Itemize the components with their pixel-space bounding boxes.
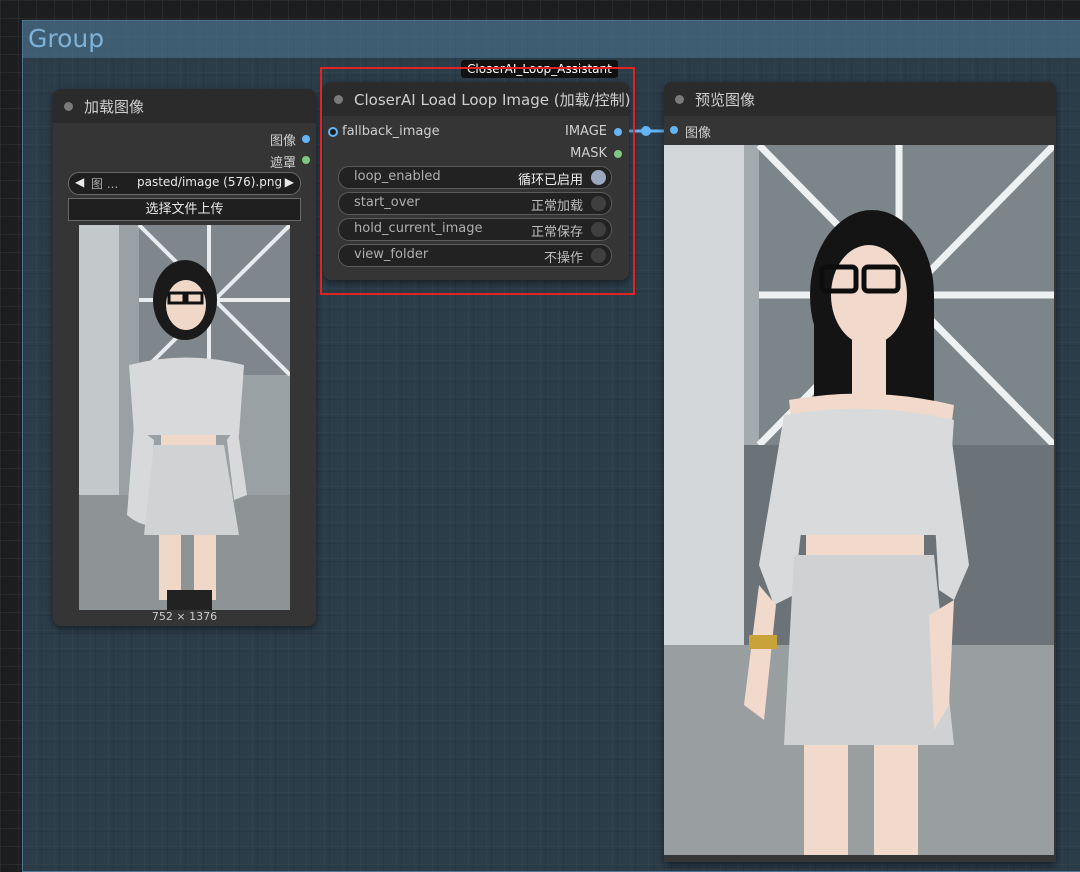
load-image-node[interactable]: 加载图像 图像 遮罩 ◀ 图 ... pasted/image (576).pn… [53, 89, 316, 626]
combo-left-arrow-icon[interactable]: ◀ [75, 175, 84, 189]
node-header[interactable]: 预览图像 [664, 82, 1056, 116]
output-slot-image[interactable] [302, 135, 310, 143]
input-label-image: 图像 [685, 126, 712, 141]
output-label-mask: 遮罩 [269, 156, 296, 171]
combo-right-arrow-icon[interactable]: ▶ [285, 175, 294, 189]
preview-image-node[interactable]: 预览图像 图像 [664, 82, 1056, 862]
preview-image [664, 145, 1054, 855]
wire-midpoint-dot [641, 126, 651, 136]
output-label-image: 图像 [269, 134, 296, 149]
node-header[interactable]: 加载图像 [53, 89, 316, 123]
preview-photo-illustration [664, 145, 1054, 855]
node-collapse-dot[interactable] [675, 95, 684, 104]
node-title: 预览图像 [695, 91, 756, 109]
image-size-label: 752 × 1376 [151, 610, 218, 623]
input-slot-image[interactable] [670, 126, 678, 134]
node-collapse-dot[interactable] [64, 102, 73, 111]
highlight-box [320, 67, 635, 295]
photo-illustration [79, 225, 290, 610]
combo-label: 图 ... [91, 177, 119, 191]
upload-file-button[interactable]: 选择文件上传 [68, 198, 301, 221]
output-slot-mask[interactable] [302, 156, 310, 164]
combo-value: pasted/image (576).png [137, 175, 283, 189]
node-title: 加载图像 [84, 98, 145, 116]
image-select-combo[interactable]: ◀ 图 ... pasted/image (576).png ▶ [68, 172, 301, 195]
loaded-image-thumbnail [79, 225, 290, 610]
